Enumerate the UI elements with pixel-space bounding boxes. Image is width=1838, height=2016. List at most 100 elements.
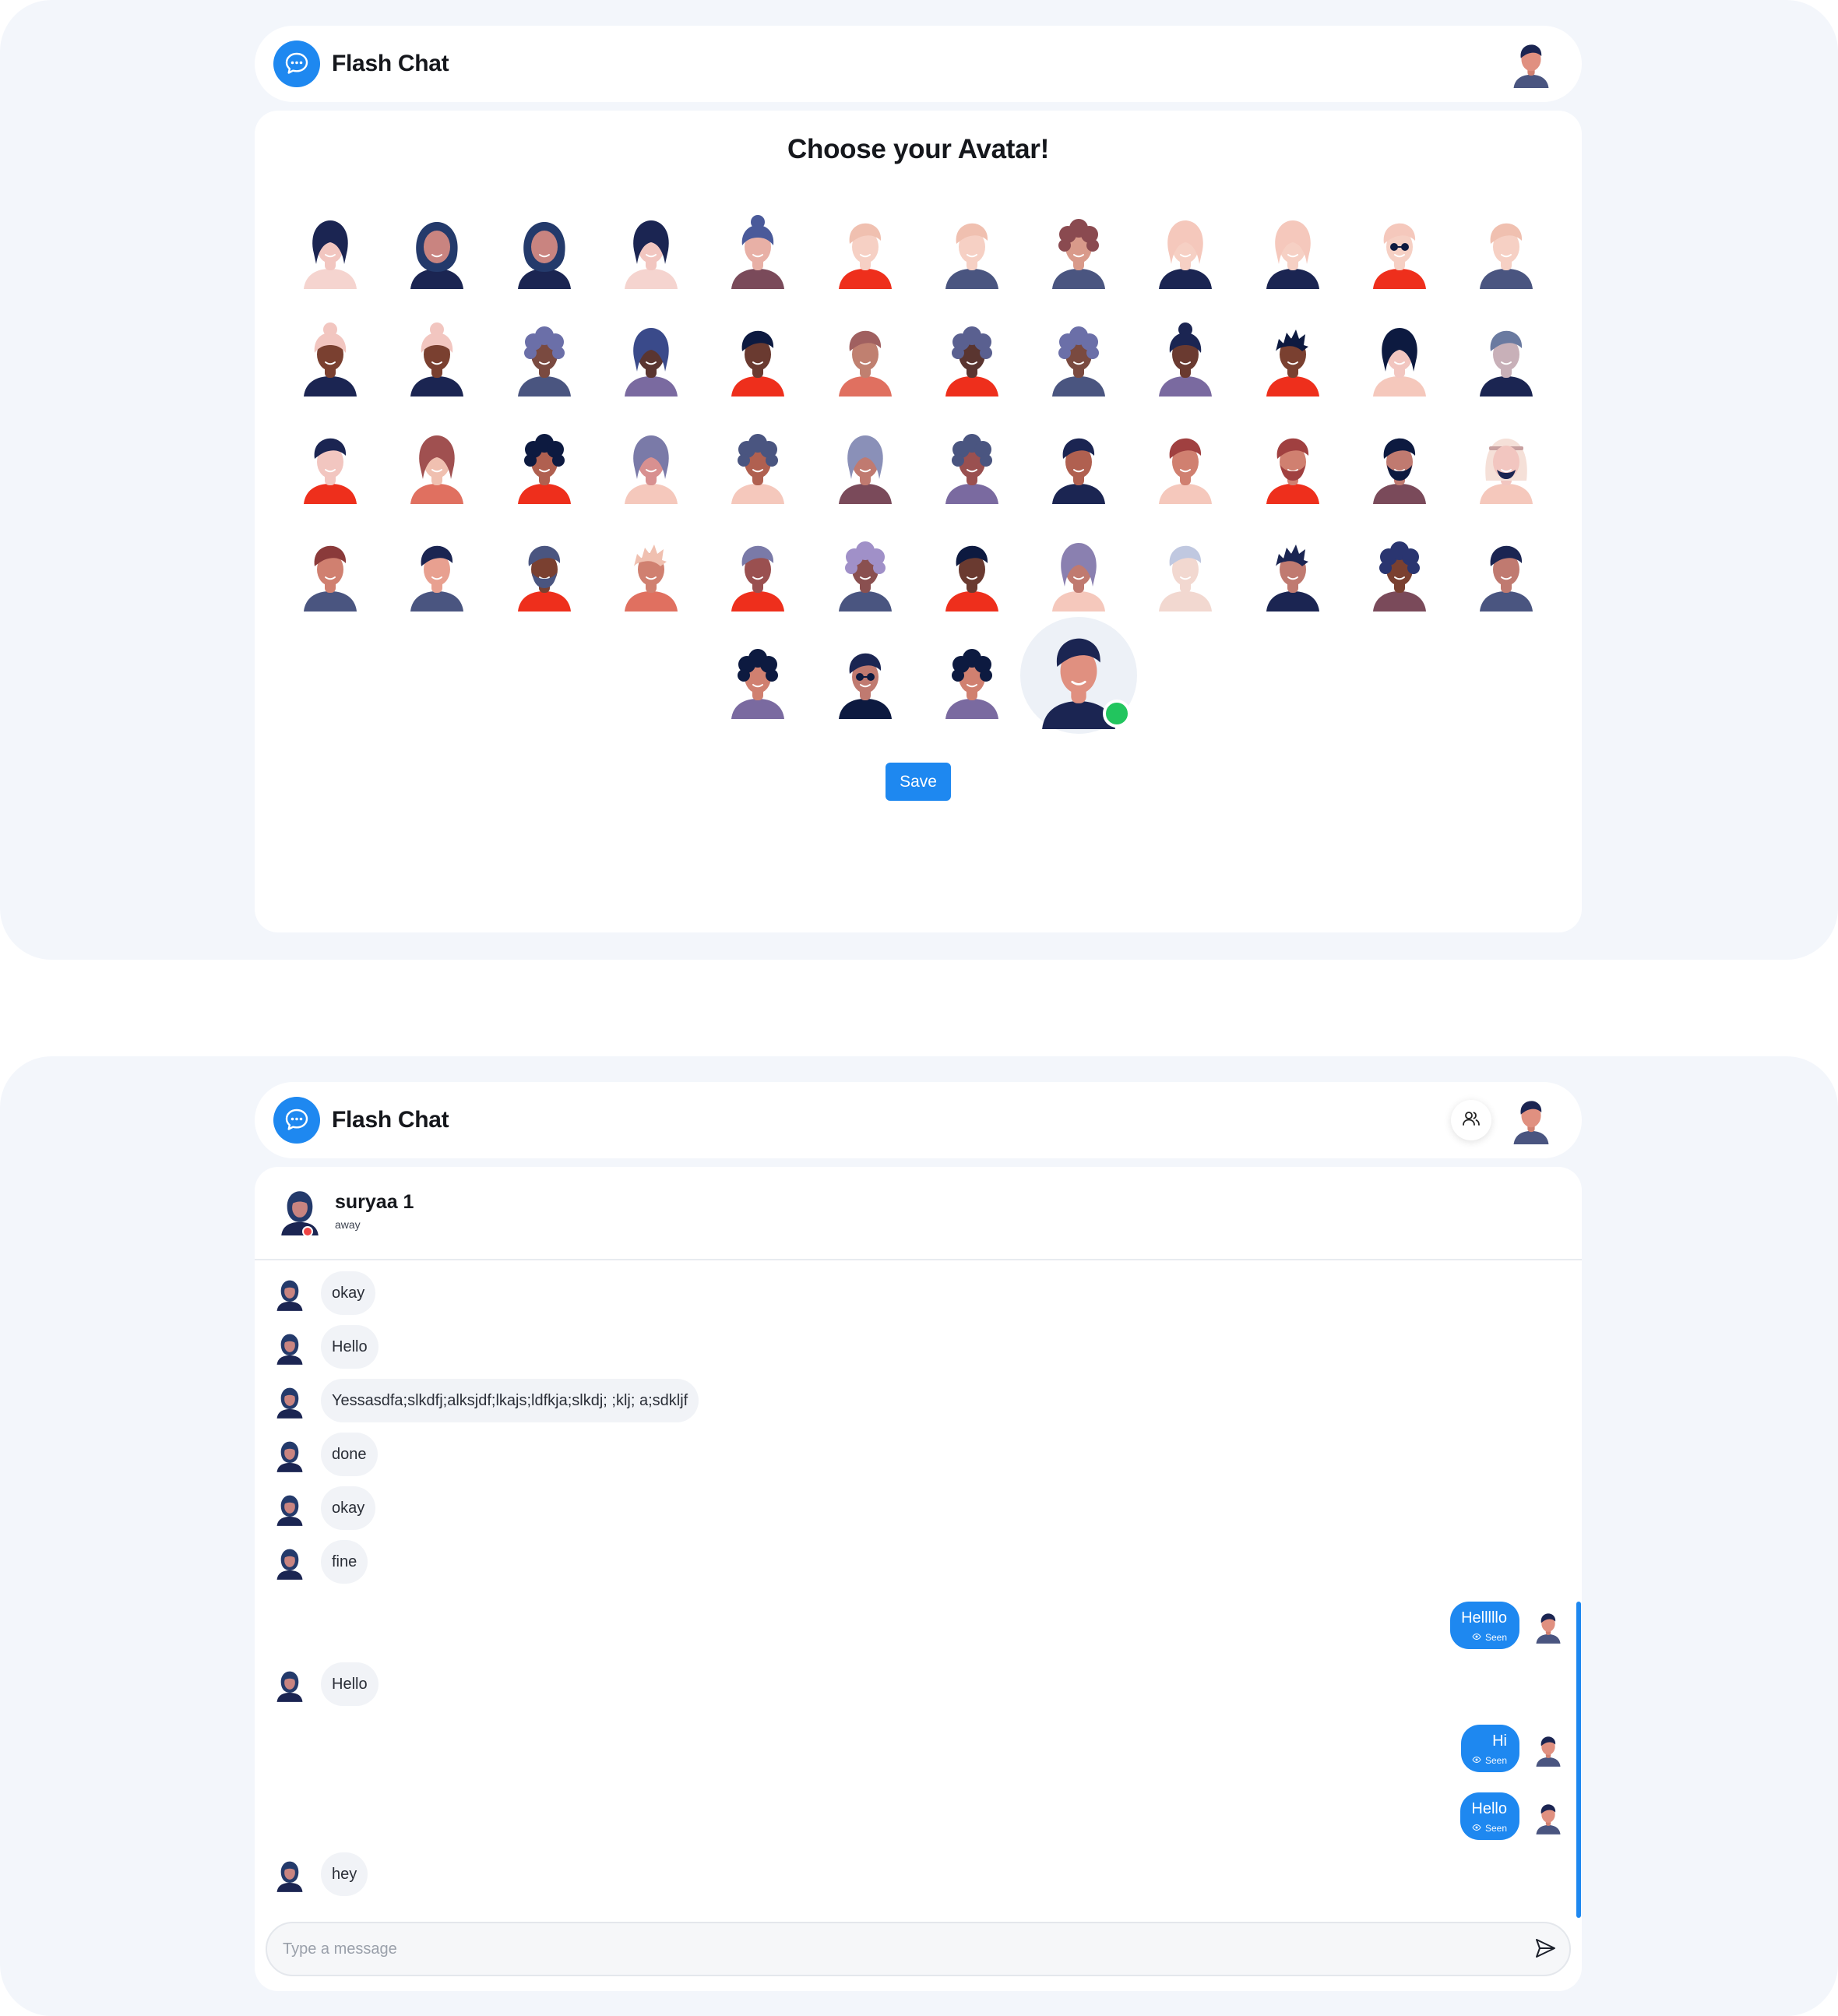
avatar[interactable] — [273, 1666, 306, 1702]
message-bubble: okay — [321, 1271, 376, 1315]
avatar-option[interactable] — [1456, 304, 1557, 411]
avatar-option[interactable] — [280, 196, 381, 304]
avatar-option[interactable] — [707, 304, 808, 411]
avatar[interactable] — [273, 1436, 306, 1472]
avatar-option[interactable] — [386, 304, 488, 411]
navbar: Flash Chat — [255, 26, 1582, 102]
avatar-option[interactable] — [707, 411, 808, 519]
peer-status: away — [335, 1218, 361, 1231]
avatar-option[interactable] — [1349, 196, 1450, 304]
avatar-option[interactable] — [1456, 196, 1557, 304]
selected-avatar[interactable] — [1020, 617, 1199, 791]
eye-icon — [1472, 1755, 1481, 1766]
avatar-option[interactable] — [600, 411, 702, 519]
chat-panel: Flash Chat suryaa 1 away okay Hello Yess… — [0, 1056, 1838, 2016]
message-outgoing: Helllllo Seen — [1450, 1602, 1565, 1649]
avatar-option[interactable] — [707, 626, 808, 734]
message-composer — [266, 1922, 1571, 1976]
avatar[interactable] — [1532, 1799, 1565, 1834]
avatar-option[interactable] — [707, 519, 808, 626]
avatar-option[interactable] — [386, 519, 488, 626]
navbar: Flash Chat — [255, 1082, 1582, 1158]
avatar-option[interactable] — [921, 304, 1023, 411]
save-button[interactable]: Save — [886, 763, 951, 801]
message-list[interactable]: okay Hello Yessasdfa;slkdfj;alksjdf;lkaj… — [255, 1262, 1582, 1918]
brand[interactable]: Flash Chat — [273, 1097, 449, 1144]
peer-avatar[interactable] — [276, 1184, 324, 1235]
avatar-option[interactable] — [707, 196, 808, 304]
chat-card: suryaa 1 away okay Hello Yessasdfa;slkdf… — [255, 1167, 1582, 1991]
user-avatar[interactable] — [1505, 1093, 1557, 1144]
avatar[interactable] — [1532, 1731, 1565, 1767]
scrollbar-thumb[interactable] — [1576, 1602, 1581, 1918]
avatar-option[interactable] — [494, 411, 595, 519]
avatar-option[interactable] — [1135, 304, 1236, 411]
avatar[interactable] — [273, 1329, 306, 1365]
avatar-option[interactable] — [494, 304, 595, 411]
message-bubble: fine — [321, 1540, 368, 1584]
users-button[interactable] — [1451, 1100, 1491, 1140]
avatar-option[interactable] — [494, 196, 595, 304]
avatar-option[interactable] — [1028, 304, 1129, 411]
avatar-option[interactable] — [1135, 519, 1236, 626]
avatar-option[interactable] — [1135, 196, 1236, 304]
message-bubble: Hi Seen — [1460, 1725, 1519, 1772]
seen-indicator: Seen — [1472, 1755, 1507, 1766]
avatar-option[interactable] — [1242, 411, 1343, 519]
avatar-option[interactable] — [280, 411, 381, 519]
avatar[interactable] — [273, 1275, 306, 1311]
avatar-option[interactable] — [1020, 617, 1199, 791]
message-bubble: Hello — [321, 1662, 379, 1706]
avatar-option[interactable] — [1028, 411, 1129, 519]
message-text: Hi — [1492, 1732, 1507, 1750]
chat-header: suryaa 1 away — [255, 1167, 1582, 1260]
avatar-option[interactable] — [600, 304, 702, 411]
avatar-option[interactable] — [1028, 519, 1129, 626]
seen-indicator: Seen — [1461, 1632, 1507, 1643]
avatar-option[interactable] — [1242, 304, 1343, 411]
user-avatar[interactable] — [1505, 37, 1557, 88]
message-input[interactable] — [283, 1923, 1498, 1975]
avatar-option[interactable] — [1135, 411, 1236, 519]
avatar-option[interactable] — [815, 196, 916, 304]
avatar-option[interactable] — [1242, 196, 1343, 304]
send-button[interactable] — [1532, 1937, 1558, 1963]
avatar-option[interactable] — [1028, 196, 1129, 304]
avatar[interactable] — [273, 1383, 306, 1419]
avatar[interactable] — [273, 1544, 306, 1580]
avatar-option[interactable] — [921, 519, 1023, 626]
users-icon — [1461, 1108, 1481, 1133]
avatar-option[interactable] — [921, 196, 1023, 304]
avatar-option[interactable] — [815, 519, 916, 626]
message-incoming: okay — [273, 1486, 376, 1530]
avatar-option[interactable] — [386, 196, 488, 304]
away-status-dot — [302, 1226, 313, 1237]
avatar-option[interactable] — [494, 519, 595, 626]
avatar-option[interactable] — [386, 411, 488, 519]
avatar-option[interactable] — [600, 196, 702, 304]
avatar[interactable] — [273, 1490, 306, 1526]
brand[interactable]: Flash Chat — [273, 41, 449, 87]
avatar-option[interactable] — [921, 626, 1023, 734]
avatar[interactable] — [1532, 1608, 1565, 1644]
app-title: Flash Chat — [332, 1107, 449, 1133]
avatar-picker-panel: Flash Chat Choose your Avatar! Save — [0, 0, 1838, 960]
avatar-option[interactable] — [280, 304, 381, 411]
message-bubble: hey — [321, 1852, 368, 1896]
avatar-option[interactable] — [1349, 519, 1450, 626]
avatar-option[interactable] — [1349, 304, 1450, 411]
avatar[interactable] — [273, 1856, 306, 1892]
avatar-option[interactable] — [815, 304, 916, 411]
avatar-option[interactable] — [600, 519, 702, 626]
avatar-option[interactable] — [1456, 411, 1557, 519]
avatar-option[interactable] — [921, 411, 1023, 519]
app-title: Flash Chat — [332, 51, 449, 76]
message-incoming: hey — [273, 1852, 368, 1896]
avatar-option[interactable] — [280, 519, 381, 626]
avatar-option[interactable] — [1349, 411, 1450, 519]
avatar-row — [276, 617, 1560, 791]
avatar-option[interactable] — [815, 411, 916, 519]
avatar-option[interactable] — [1456, 519, 1557, 626]
avatar-option[interactable] — [815, 626, 916, 734]
avatar-option[interactable] — [1242, 519, 1343, 626]
